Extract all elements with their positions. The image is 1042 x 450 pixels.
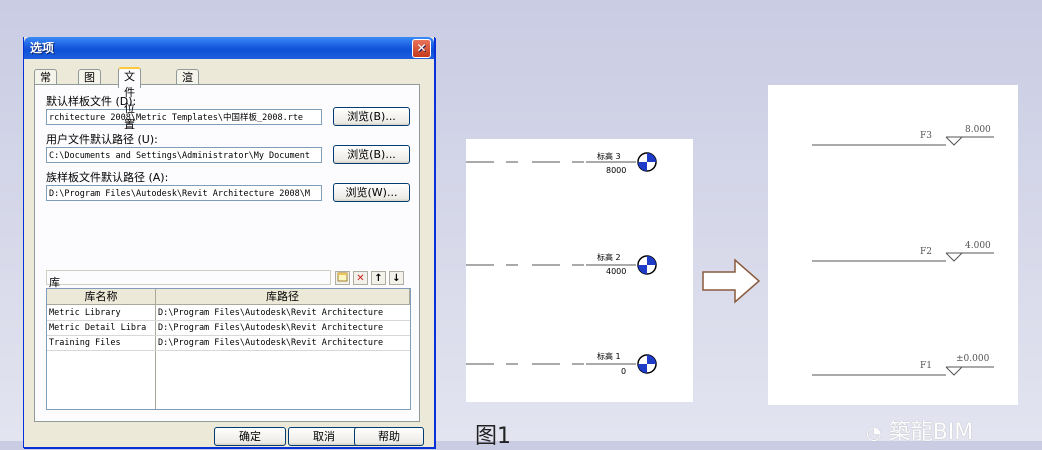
family-template-label: 族样板文件默认路径 (A):	[46, 171, 169, 184]
family-template-field[interactable]: D:\Program Files\Autodesk\Revit Architec…	[46, 185, 322, 201]
level-drawing-svg	[466, 152, 657, 374]
cancel-button[interactable]: 取消	[288, 427, 360, 446]
level-f3-name: F3	[920, 131, 932, 141]
ok-button[interactable]: 确定	[214, 427, 286, 446]
library-row-path[interactable]: D:\Program Files\Autodesk\Revit Architec…	[158, 336, 408, 350]
library-row-path[interactable]: D:\Program Files\Autodesk\Revit Architec…	[158, 306, 408, 320]
default-template-label: 默认样板文件 (D):	[46, 95, 137, 108]
level-1-name: 标高 1	[597, 352, 621, 361]
f2-line	[812, 252, 994, 262]
level-1-value: 0	[621, 367, 627, 376]
browse-user-path-button[interactable]: 浏览(B)...	[333, 145, 410, 164]
level-f3-value: 8.000	[965, 125, 991, 135]
default-template-field[interactable]: rchitecture 2008\Metric Templates\中国样板_2…	[46, 109, 322, 125]
level-2-name: 标高 2	[597, 253, 621, 262]
library-row-name[interactable]: Training Files	[49, 336, 153, 350]
level-3-line	[466, 152, 657, 172]
browse-template-button[interactable]: 浏览(B)...	[333, 107, 410, 126]
level-2-value: 4000	[606, 267, 627, 276]
dialog-titlebar[interactable]: 选项 ✕	[24, 37, 434, 59]
tab-file-locations[interactable]: 文件位置	[118, 67, 141, 131]
browse-family-template-button[interactable]: 浏览(W)...	[333, 183, 410, 202]
column-header-name[interactable]: 库名称	[47, 289, 156, 305]
column-header-path[interactable]: 库路径	[156, 289, 410, 305]
f1-line	[812, 366, 994, 376]
level-f1-value: ±0.000	[956, 354, 990, 364]
right-arrow-icon	[702, 258, 761, 304]
level-1-line	[466, 354, 657, 374]
level-f2-value: 4.000	[965, 241, 991, 251]
dialog-title: 选项	[30, 41, 55, 55]
library-table: 库名称 库路径 Metric Library D:\Program Files\…	[46, 288, 411, 410]
level-f1-name: F1	[920, 361, 932, 371]
watermark: ◔ 築龍BIM	[866, 414, 973, 446]
move-up-icon[interactable]: ↑	[371, 271, 386, 285]
close-button[interactable]: ✕	[412, 39, 431, 58]
row-divider	[47, 350, 410, 351]
library-row-path[interactable]: D:\Program Files\Autodesk\Revit Architec…	[158, 321, 408, 335]
level-2-line	[466, 255, 657, 275]
level-3-name: 标高 3	[597, 152, 621, 161]
watermark-text: 築龍BIM	[888, 420, 974, 445]
library-row-name[interactable]: Metric Detail Libra	[49, 321, 153, 335]
user-path-label: 用户文件默认路径 (U):	[46, 133, 158, 146]
level-3-value: 8000	[606, 166, 627, 175]
file-locations-panel: 默认样板文件 (D): rchitecture 2008\Metric Temp…	[34, 84, 420, 422]
levels-drawing-after: F3 8.000 F2 4.000 F1 ±0.000	[768, 85, 1018, 405]
close-icon: ✕	[416, 41, 427, 55]
level-f2-name: F2	[920, 247, 932, 257]
levels-drawing-before: 标高 3 8000 标高 2 4000 标高 1 0	[466, 139, 693, 402]
options-dialog: 选项 ✕ 常规 图形 文件位置 渲染 默认样板文件 (D): rchitectu…	[23, 37, 435, 448]
f3-line	[812, 136, 994, 146]
help-button[interactable]: 帮助	[354, 427, 424, 446]
user-path-field[interactable]: C:\Documents and Settings\Administrator\…	[46, 147, 322, 163]
library-row-name[interactable]: Metric Library	[49, 306, 153, 320]
add-library-icon[interactable]	[335, 271, 350, 285]
library-header-bar: 库	[46, 270, 331, 289]
move-down-icon[interactable]: ↓	[389, 271, 404, 285]
delete-library-icon[interactable]: ✕	[353, 271, 368, 285]
figure-caption: 图1	[475, 424, 511, 449]
